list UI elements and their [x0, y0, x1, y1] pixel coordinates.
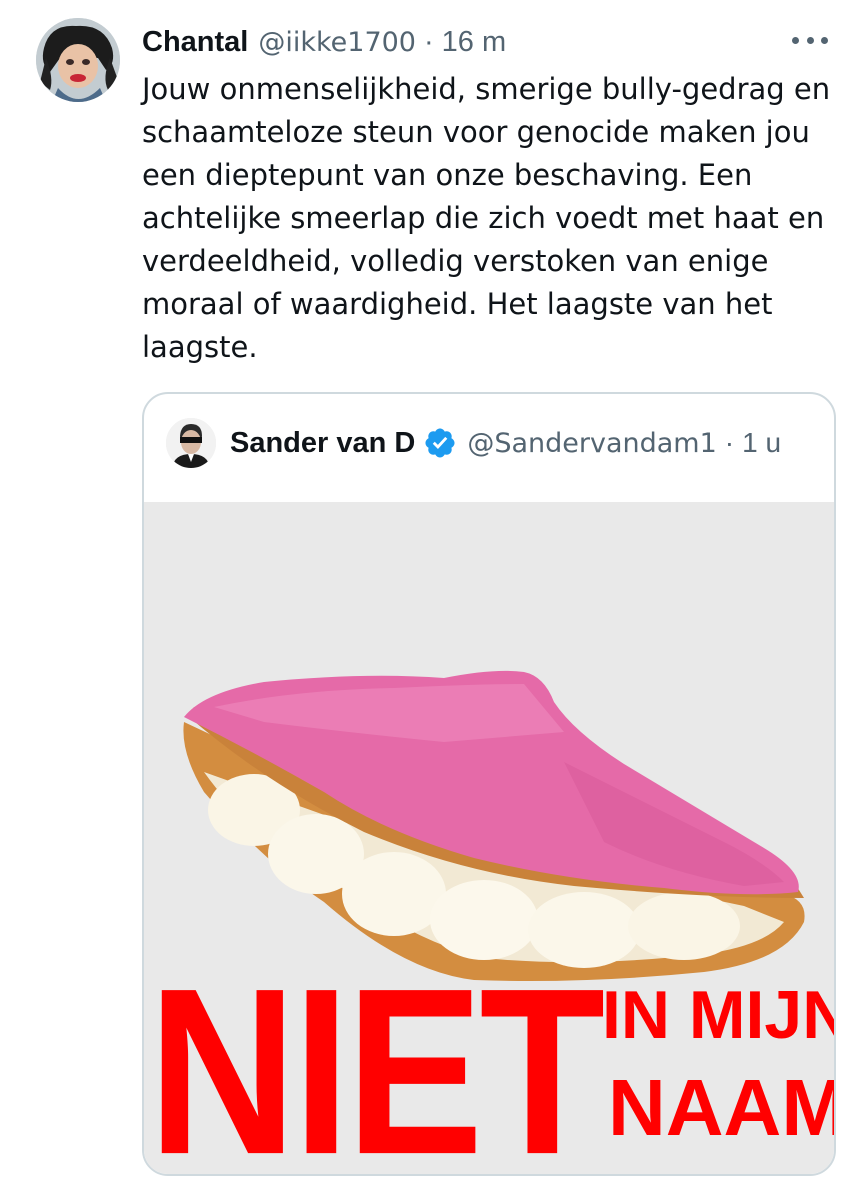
- quoted-tweet-time[interactable]: 1 u: [742, 427, 781, 459]
- quoted-tweet-header: Sander van D @Sandervandam1 · 1 u: [166, 416, 826, 470]
- quoted-media-image[interactable]: NIET IN MIJN NAAM: [144, 502, 834, 1174]
- separator-dot: ·: [423, 25, 434, 58]
- more-icon[interactable]: [792, 26, 828, 54]
- naam-text: NAAM: [608, 1063, 834, 1152]
- quoted-author-avatar[interactable]: [166, 418, 216, 468]
- author-avatar[interactable]: [36, 18, 120, 102]
- tweet-time[interactable]: 16 m: [442, 26, 506, 59]
- in-mijn-text: IN MIJN: [602, 977, 834, 1053]
- quoted-author-handle[interactable]: @Sandervandam1: [467, 428, 716, 459]
- tweet[interactable]: Chantal @iikke1700 · 16 m Jouw onmenseli…: [0, 0, 868, 1200]
- tweet-header: Chantal @iikke1700 · 16 m: [142, 22, 842, 62]
- tweet-text: Jouw onmenselijkheid, smerige bully-gedr…: [142, 72, 831, 364]
- quoted-tweet[interactable]: Sander van D @Sandervandam1 · 1 u NIET I…: [142, 392, 836, 1176]
- quoted-separator-dot: ·: [724, 427, 735, 458]
- verified-badge-icon: [425, 428, 455, 458]
- author-handle[interactable]: @iikke1700: [258, 27, 416, 58]
- author-name[interactable]: Chantal: [142, 26, 248, 59]
- quoted-author-name[interactable]: Sander van D: [230, 427, 415, 460]
- niet-text: NIET: [148, 939, 605, 1174]
